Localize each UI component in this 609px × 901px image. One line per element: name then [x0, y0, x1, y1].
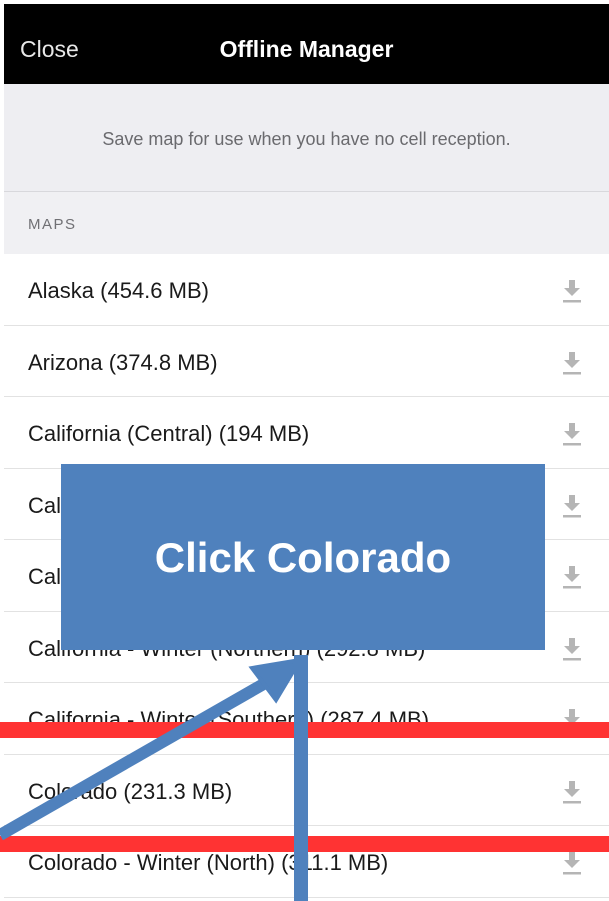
pointer-arrows	[0, 655, 308, 901]
arrow-diagonal	[0, 664, 291, 841]
